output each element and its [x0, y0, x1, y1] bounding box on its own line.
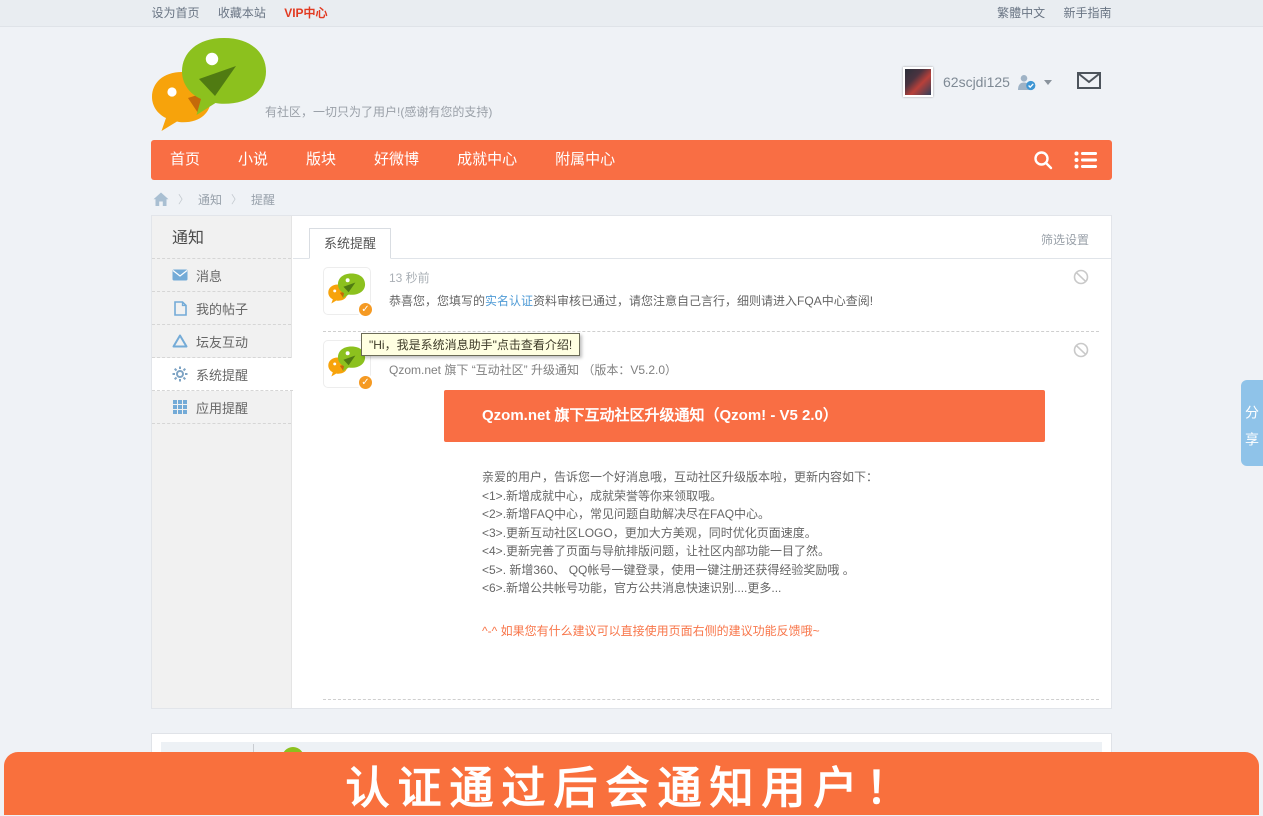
breadcrumb-notice[interactable]: 通知	[198, 191, 222, 208]
breadcrumb-separator: 〉	[178, 194, 189, 206]
body-line: <1>.新增成就中心，成就荣誉等你来领取哦。	[482, 488, 723, 503]
verified-badge-icon	[1017, 74, 1036, 90]
main-panel: 通知 消息 我的帖子 坛友互动 系统提醒 应用提醒 系统提醒 筛选设置 ✓ 13…	[151, 215, 1112, 709]
envelope-icon	[172, 267, 188, 283]
body-line: <3>.更新互动社区LOGO，更加大方美观，同时优化页面速度。	[482, 525, 817, 540]
set-homepage-link[interactable]: 设为首页	[152, 6, 200, 20]
sidebar-item-messages[interactable]: 消息	[152, 259, 291, 292]
breadcrumb: 〉 通知 〉 提醒	[153, 189, 275, 209]
gear-icon	[172, 366, 188, 382]
logo-icon	[152, 38, 266, 131]
block-icon[interactable]	[1073, 269, 1089, 290]
check-badge-icon: ✓	[357, 374, 374, 391]
notice-sidebar: 通知 消息 我的帖子 坛友互动 系统提醒 应用提醒	[152, 216, 293, 708]
upgrade-notice-title: Qzom.net 旗下 “互动社区” 升级通知 （版本：V5.2.0）	[389, 363, 678, 377]
recycle-icon	[172, 333, 188, 349]
username[interactable]: 62scjdi125	[943, 74, 1010, 90]
home-icon[interactable]	[153, 192, 169, 207]
nav-item-home[interactable]: 首页	[151, 140, 219, 180]
sidebar-item-label: 应用提醒	[196, 400, 249, 416]
notification-row: ✓ "Hi，我是系统消息助手"点击查看介绍! Qzom.net 旗下 “互动社区…	[293, 332, 1111, 708]
notification-row: ✓ 13 秒前 恭喜您，您填写的实名认证资料审核已通过，请您注意自己言行，细则请…	[293, 259, 1111, 332]
user-block: 62scjdi125	[903, 66, 1052, 98]
list-icon[interactable]	[1074, 150, 1098, 170]
body-line: <6>.新增公共帐号功能，官方公共消息快速识别....更多...	[482, 581, 782, 595]
message-text: 资料审核已通过，请您注意自己言行，细则请进入FQA中心查阅!	[533, 294, 874, 308]
sidebar-item-my-posts[interactable]: 我的帖子	[152, 292, 291, 325]
search-icon[interactable]	[1032, 149, 1054, 171]
filter-settings-link[interactable]: 筛选设置	[1041, 231, 1089, 248]
vip-center-link[interactable]: VIP中心	[284, 6, 327, 20]
block-icon[interactable]	[1073, 342, 1089, 363]
nav-item-forum[interactable]: 版块	[287, 140, 355, 180]
nav-item-novel[interactable]: 小说	[219, 140, 287, 180]
sidebar-title: 通知	[152, 216, 291, 259]
top-utility-bar: 设为首页 收藏本站 VIP中心 繁體中文 新手指南	[0, 0, 1263, 27]
sidebar-item-label: 系统提醒	[196, 367, 249, 383]
notification-time: 13 秒前	[389, 271, 430, 285]
main-nav: 首页 小说 版块 好微博 成就中心 附属中心	[151, 140, 1112, 180]
annotation-banner: 认证通过后会通知用户！	[4, 752, 1259, 815]
notification-message: 恭喜您，您填写的实名认证资料审核已通过，请您注意自己言行，细则请进入FQA中心查…	[389, 292, 873, 309]
check-badge-icon: ✓	[357, 301, 374, 318]
feedback-note: ^-^ 如果您有什么建议可以直接使用页面右侧的建议功能反馈哦~	[482, 624, 820, 638]
nav-item-affiliate-center[interactable]: 附属中心	[536, 140, 634, 180]
tab-system-reminders[interactable]: 系统提醒	[309, 228, 392, 259]
beginner-guide-link[interactable]: 新手指南	[1063, 6, 1111, 20]
nav-item-achievement-center[interactable]: 成就中心	[438, 140, 536, 180]
body-line: <5>. 新增360、 QQ帐号一键登录，使用一键注册还获得经验奖励哦 。	[482, 562, 855, 577]
traditional-chinese-link[interactable]: 繁體中文	[997, 6, 1045, 20]
body-line: <4>.更新完善了页面与导航排版问题，让社区内部功能一目了然。	[482, 544, 831, 558]
site-tagline: 有社区，一切只为了用户!(感谢有您的支持)	[265, 105, 493, 119]
sidebar-item-member-interaction[interactable]: 坛友互动	[152, 325, 291, 358]
mail-icon[interactable]	[1077, 72, 1101, 94]
sidebar-item-label: 我的帖子	[196, 301, 249, 317]
sidebar-item-app-reminders[interactable]: 应用提醒	[152, 391, 291, 424]
sidebar-item-label: 坛友互动	[196, 334, 249, 350]
reminder-content: 系统提醒 筛选设置 ✓ 13 秒前 恭喜您，您填写的实名认证资料审核已通过，请您…	[293, 216, 1111, 708]
topbar-left-links: 设为首页 收藏本站 VIP中心	[152, 0, 343, 27]
user-avatar[interactable]	[903, 67, 933, 97]
tab-row: 系统提醒 筛选设置	[293, 216, 1111, 259]
grid-icon	[172, 399, 188, 415]
breadcrumb-reminder[interactable]: 提醒	[251, 191, 275, 208]
row-divider	[323, 699, 1099, 700]
bookmark-site-link[interactable]: 收藏本站	[218, 6, 266, 20]
document-icon	[172, 300, 188, 316]
system-helper-tooltip[interactable]: "Hi，我是系统消息助手"点击查看介绍!	[361, 333, 581, 356]
body-line: <2>.新增FAQ中心，常见问题自助解决尽在FAQ中心。	[482, 507, 771, 521]
sidebar-item-system-reminders[interactable]: 系统提醒	[152, 358, 293, 391]
breadcrumb-separator: 〉	[231, 194, 243, 206]
upgrade-banner: Qzom.net 旗下互动社区升级通知（Qzom! - V5 2.0）	[444, 390, 1045, 442]
topbar-right-links: 繁體中文 新手指南	[982, 0, 1111, 27]
share-tab[interactable]: 分享	[1241, 380, 1263, 466]
system-avatar[interactable]: ✓	[323, 267, 374, 318]
site-logo[interactable]	[148, 36, 272, 136]
body-line: 亲爱的用户，告诉您一个好消息哦，互动社区升级版本啦，更新内容如下：	[482, 470, 879, 484]
sidebar-item-label: 消息	[196, 268, 223, 284]
message-text: 恭喜您，您填写的	[389, 294, 486, 308]
nav-item-microblog[interactable]: 好微博	[355, 140, 438, 180]
upgrade-body: 亲爱的用户，告诉您一个好消息哦，互动社区升级版本啦，更新内容如下： <1>.新增…	[482, 468, 878, 598]
realname-auth-link[interactable]: 实名认证	[485, 294, 533, 308]
dropdown-caret-icon[interactable]	[1043, 79, 1052, 85]
